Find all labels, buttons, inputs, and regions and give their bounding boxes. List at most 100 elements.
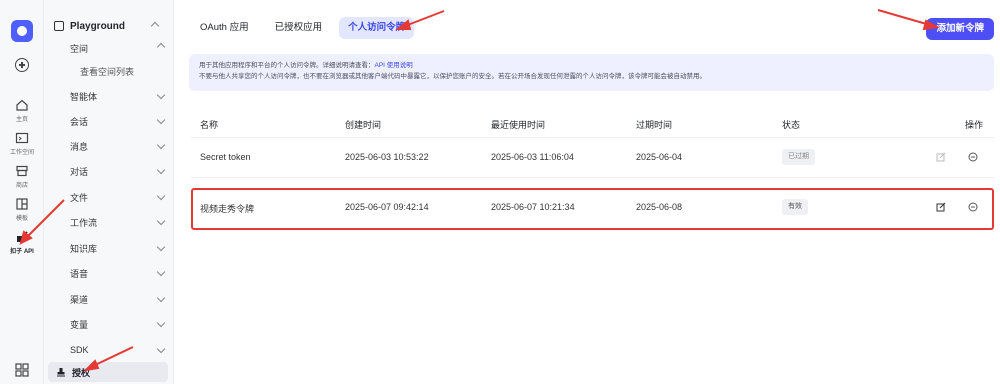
column-header-created: 创建时间 <box>345 120 382 130</box>
table-row: 视频走秀令牌 2025-06-07 09:42:14 2025-06-07 10… <box>191 188 994 230</box>
layout-icon <box>16 198 28 210</box>
table-header: 名称 创建时间 最近使用时间 过期时间 状态 操作 <box>191 108 994 138</box>
sidebar-item-label: 知识库 <box>70 243 98 254</box>
chevron-down-icon <box>156 267 166 277</box>
token-last-used: 2025-06-03 11:06:04 <box>491 152 574 162</box>
chevron-down-icon <box>156 90 166 100</box>
main-content: OAuth 应用 已授权应用 个人访问令牌 添加新令牌 用于其他应用程序和平台的… <box>175 0 1000 384</box>
more-icon[interactable] <box>968 202 978 212</box>
tokens-table: 名称 创建时间 最近使用时间 过期时间 状态 操作 Secret token 2… <box>191 108 994 230</box>
sidebar-item-knowledge[interactable]: 知识库 <box>44 238 172 258</box>
chevron-down-icon <box>156 191 166 201</box>
token-created: 2025-06-07 09:42:14 <box>345 202 429 212</box>
rail-item-templates[interactable]: 模板 <box>0 197 44 222</box>
sidebar-item-voice[interactable]: 语音 <box>44 263 172 283</box>
sidebar-item-label: 文件 <box>70 192 89 203</box>
plus-icon[interactable] <box>15 58 29 72</box>
api-icon <box>17 231 28 242</box>
tab-bar: OAuth 应用 已授权应用 个人访问令牌 <box>191 17 415 39</box>
more-icon[interactable] <box>968 152 978 162</box>
sidebar-item-conversations[interactable]: 会话 <box>44 111 172 131</box>
sidebar-item-workflow[interactable]: 工作流 <box>44 212 172 232</box>
sidebar-item-label: 工作流 <box>70 217 98 228</box>
tab-personal-access-tokens[interactable]: 个人访问令牌 <box>339 17 415 39</box>
column-header-status: 状态 <box>782 120 801 130</box>
rail-label: 工作空间 <box>9 150 34 156</box>
sidebar-item-label: 查看空间列表 <box>80 66 135 77</box>
sidebar-item-sdk[interactable]: SDK <box>44 340 172 360</box>
info-notice: 用于其他应用程序和平台的个人访问令牌。详细说明请查看：API 使用说明 不要与他… <box>189 54 994 91</box>
sidebar-item-label: 消息 <box>70 141 89 152</box>
store-icon <box>16 165 28 177</box>
chevron-down-icon <box>156 293 166 303</box>
notice-line-2: 不要与他人共享您的个人访问令牌，也不要在浏览器或其他客户端代码中暴露它，以保护您… <box>199 73 706 80</box>
sidebar-item-label: 智能体 <box>70 91 98 102</box>
sidebar-item-variables[interactable]: 变量 <box>44 314 172 334</box>
add-token-button[interactable]: 添加新令牌 <box>926 18 994 40</box>
chevron-up-icon <box>150 21 160 31</box>
sidebar-item-chat[interactable]: 对话 <box>44 161 172 181</box>
sidebar-header-playground[interactable]: Playground <box>54 18 166 34</box>
sidebar-item-label: 语音 <box>70 268 89 279</box>
sidebar-item-label: 空间 <box>70 43 89 54</box>
rail-label: 模板 <box>15 216 28 222</box>
chevron-down-icon <box>156 115 166 125</box>
sidebar-item-label: 授权 <box>72 367 91 378</box>
terminal-icon <box>15 132 29 144</box>
rail-item-home[interactable]: 主页 <box>0 98 44 123</box>
sidebar-item-label: 渠道 <box>70 294 89 305</box>
chevron-down-icon <box>156 318 166 328</box>
api-docs-link[interactable]: API 使用说明 <box>375 62 413 69</box>
playground-icon <box>54 21 64 31</box>
sidebar-header-label: Playground <box>70 20 126 32</box>
edit-icon[interactable] <box>936 202 946 212</box>
column-header-expires: 过期时间 <box>636 120 673 130</box>
notice-line-1: 用于其他应用程序和平台的个人访问令牌。详细说明请查看：API 使用说明 <box>199 60 984 71</box>
sidebar-item-messages[interactable]: 消息 <box>44 136 172 156</box>
app-rail: 主页 工作空间 商店 模板 扣子 API <box>0 0 44 384</box>
sidebar-item-label: 对话 <box>70 166 89 177</box>
chevron-down-icon <box>156 242 166 252</box>
token-created: 2025-06-03 10:53:22 <box>345 152 429 162</box>
app-logo-icon[interactable] <box>11 20 33 42</box>
sidebar-item-authorization[interactable]: 授权 <box>48 362 168 382</box>
token-name: Secret token <box>200 152 251 162</box>
chevron-down-icon <box>156 216 166 226</box>
token-expires: 2025-06-04 <box>636 152 683 162</box>
rail-item-workspace[interactable]: 工作空间 <box>0 131 44 156</box>
tab-authorized-apps[interactable]: 已授权应用 <box>266 17 332 39</box>
tab-oauth-apps[interactable]: OAuth 应用 <box>191 17 258 39</box>
token-last-used: 2025-06-07 10:21:34 <box>491 202 575 212</box>
rail-item-store[interactable]: 商店 <box>0 164 44 189</box>
chevron-down-icon <box>156 140 166 150</box>
chevron-down-icon <box>156 344 166 354</box>
token-name: 视频走秀令牌 <box>200 204 255 214</box>
column-header-last-used: 最近使用时间 <box>491 120 546 130</box>
home-icon <box>16 99 28 111</box>
column-header-actions: 操作 <box>965 120 984 130</box>
rail-label: 主页 <box>15 117 28 123</box>
sidebar-item-label: 变量 <box>70 319 89 330</box>
sidebar-item-space-list[interactable]: 查看空间列表 <box>44 61 172 81</box>
chevron-down-icon <box>156 165 166 175</box>
sidebar-item-channels[interactable]: 渠道 <box>44 289 172 309</box>
grid-icon[interactable] <box>14 362 30 378</box>
rail-label: 扣子 API <box>10 249 34 255</box>
sidebar-item-agents[interactable]: 智能体 <box>44 86 172 106</box>
sidebar-item-files[interactable]: 文件 <box>44 187 172 207</box>
column-header-name: 名称 <box>200 120 219 130</box>
stamp-icon <box>57 368 65 377</box>
edit-icon[interactable] <box>936 152 946 162</box>
token-expires: 2025-06-08 <box>636 202 683 212</box>
sidebar-item-space[interactable]: 空间 <box>44 38 172 58</box>
sidebar-item-label: 会话 <box>70 116 89 127</box>
notice-text: 用于其他应用程序和平台的个人访问令牌。详细说明请查看： <box>199 62 375 69</box>
chevron-up-icon <box>156 42 166 52</box>
status-badge: 有效 <box>782 199 808 215</box>
rail-label: 商店 <box>15 183 28 189</box>
sidebar: Playground 空间 查看空间列表 智能体 会话 消息 对话 文件 工作流… <box>44 0 174 384</box>
status-badge: 已过期 <box>782 149 815 165</box>
table-row: Secret token 2025-06-03 10:53:22 2025-06… <box>191 138 994 178</box>
sidebar-item-label: SDK <box>70 345 89 355</box>
rail-item-api[interactable]: 扣子 API <box>0 230 44 255</box>
